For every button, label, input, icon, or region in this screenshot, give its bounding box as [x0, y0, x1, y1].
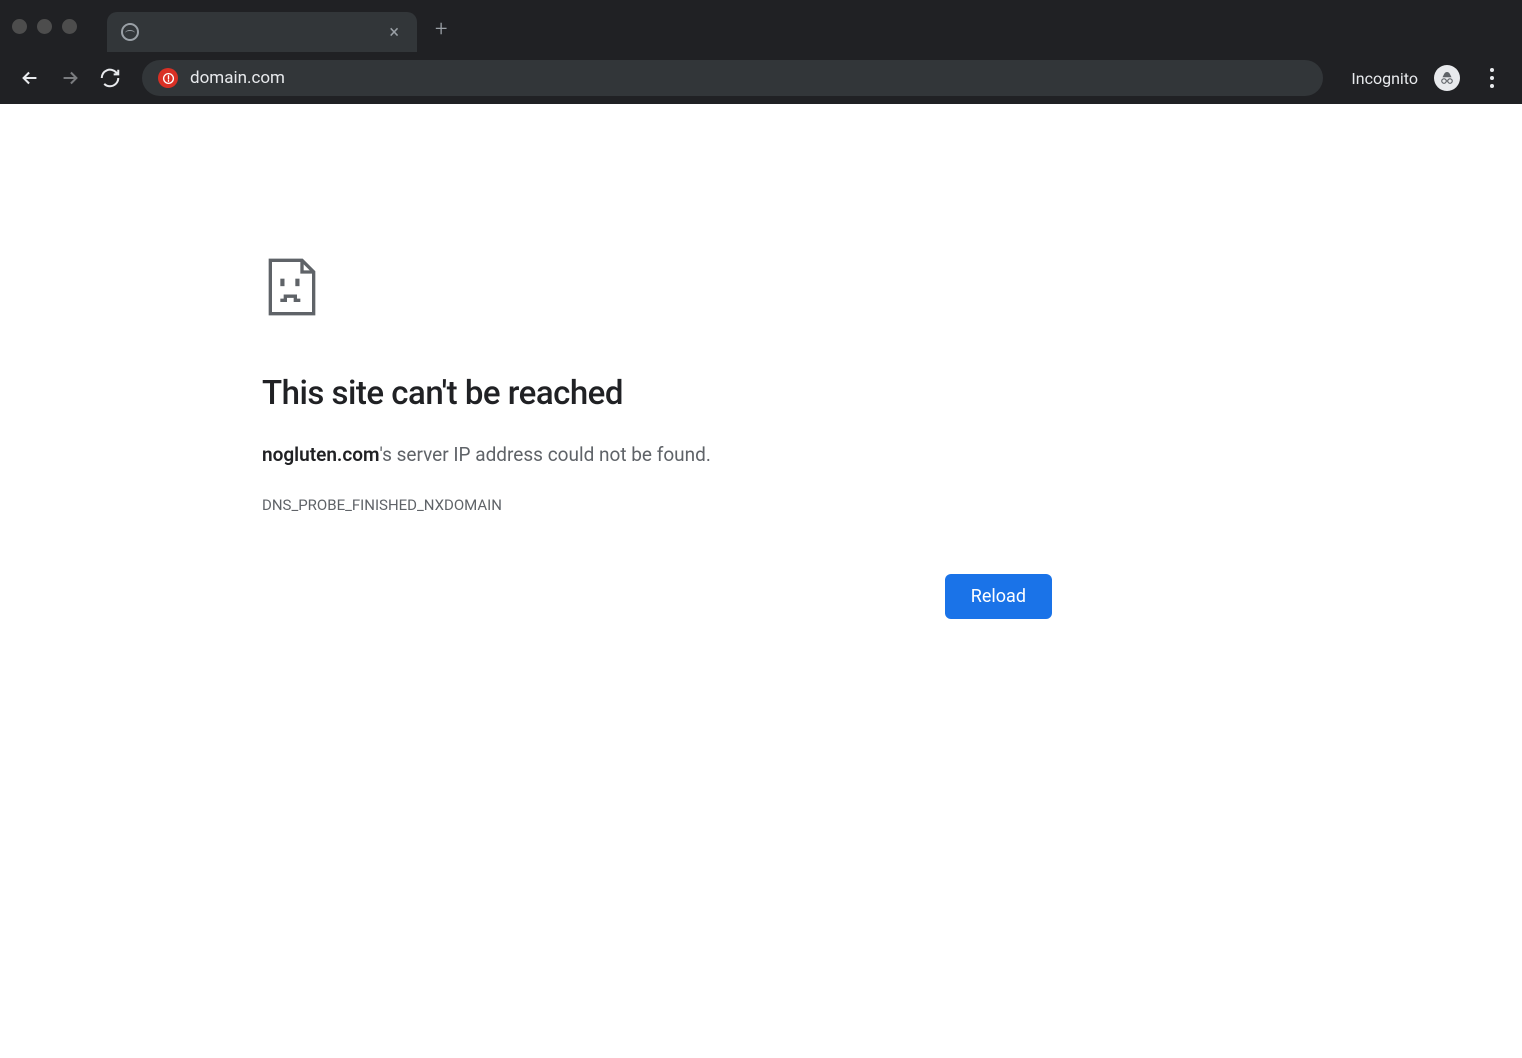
frowning-page-icon	[262, 254, 1052, 324]
address-bar-text: domain.com	[190, 68, 285, 88]
error-container: This site can't be reached nogluten.com'…	[262, 254, 1052, 619]
error-code: DNS_PROBE_FINISHED_NXDOMAIN	[262, 496, 1052, 514]
error-message: nogluten.com's server IP address could n…	[262, 443, 1052, 466]
globe-icon	[121, 23, 139, 41]
error-domain: nogluten.com	[262, 443, 380, 466]
close-window-button[interactable]	[12, 19, 27, 34]
address-bar[interactable]: domain.com	[142, 60, 1323, 96]
site-info-icon[interactable]	[158, 68, 178, 88]
page-content: This site can't be reached nogluten.com'…	[0, 104, 1522, 1058]
window-controls	[12, 19, 77, 34]
incognito-icon[interactable]	[1434, 65, 1460, 91]
button-row: Reload	[262, 574, 1052, 619]
error-title: This site can't be reached	[262, 374, 1052, 413]
reload-button[interactable]: Reload	[945, 574, 1052, 619]
vertical-dots-icon	[1490, 68, 1494, 88]
forward-button[interactable]	[54, 62, 86, 94]
close-tab-button[interactable]: ×	[385, 20, 403, 45]
browser-menu-button[interactable]	[1476, 62, 1508, 94]
incognito-label: Incognito	[1351, 69, 1418, 88]
browser-tab[interactable]: ×	[107, 12, 417, 52]
error-message-text: 's server IP address could not be found.	[380, 443, 711, 466]
maximize-window-button[interactable]	[62, 19, 77, 34]
reload-nav-button[interactable]	[94, 62, 126, 94]
titlebar: × +	[0, 0, 1522, 52]
new-tab-button[interactable]: +	[435, 17, 447, 42]
toolbar: domain.com Incognito	[0, 52, 1522, 104]
back-button[interactable]	[14, 62, 46, 94]
minimize-window-button[interactable]	[37, 19, 52, 34]
